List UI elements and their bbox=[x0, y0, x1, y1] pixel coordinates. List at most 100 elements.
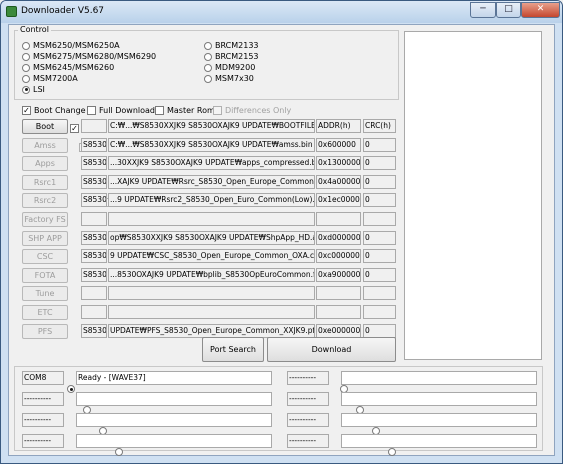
device-radio-option[interactable]: MSM6250/MSM6250A bbox=[22, 41, 120, 50]
port-status-field bbox=[76, 434, 272, 448]
radio-label: BRCM2153 bbox=[215, 52, 259, 61]
file-select-button[interactable]: Factory FS bbox=[22, 212, 68, 227]
file-select-button[interactable]: FOTA bbox=[22, 267, 68, 283]
radio-button[interactable] bbox=[22, 85, 30, 94]
model-tag-field: S8530 bbox=[81, 137, 107, 152]
file-select-button[interactable]: CSC bbox=[22, 249, 68, 265]
crc-field: 0 bbox=[363, 323, 396, 338]
file-path-field: C:₩...₩S8530XXJK9 S8530OXAJK9 UPDATE₩BOO… bbox=[108, 119, 315, 133]
maximize-button[interactable]: □ bbox=[496, 2, 521, 18]
file-path-field: ...30XXJK9 S8530OXAJK9 UPDATE₩apps_compr… bbox=[108, 156, 315, 171]
crc-field: 0 bbox=[363, 193, 396, 208]
file-path-field bbox=[108, 305, 315, 319]
file-select-button[interactable]: Boot bbox=[22, 119, 68, 134]
address-field: 0xc0000000 bbox=[316, 249, 361, 264]
model-tag-field: S8530 bbox=[81, 174, 107, 189]
port-name-field: ---------- bbox=[22, 434, 64, 448]
model-tag-field: S8530 bbox=[81, 249, 107, 264]
file-select-button[interactable]: Amss bbox=[22, 137, 68, 153]
model-tag-field: S8530 bbox=[81, 156, 107, 171]
file-path-field: C:₩...₩S8530XXJK9 S8530OXAJK9 UPDATE₩ams… bbox=[108, 137, 315, 152]
radio-button[interactable] bbox=[204, 63, 212, 72]
boot-change-checkbox[interactable]: ✓ bbox=[22, 106, 31, 115]
port-name-field: ---------- bbox=[287, 371, 329, 385]
model-tag-field: S8530 bbox=[81, 230, 107, 245]
port-name-field: ---------- bbox=[287, 392, 329, 406]
crc-field: 0 bbox=[363, 267, 396, 282]
device-radio-option[interactable]: BRCM2153 bbox=[204, 52, 259, 61]
radio-button[interactable] bbox=[22, 41, 30, 50]
master-rom-option[interactable]: Master Rom bbox=[155, 106, 215, 115]
address-field bbox=[316, 212, 361, 226]
file-select-button[interactable]: Rsrc2 bbox=[22, 193, 68, 209]
address-field bbox=[316, 305, 361, 319]
radio-label: MDM9200 bbox=[215, 63, 256, 72]
download-button[interactable]: Download bbox=[267, 337, 396, 362]
close-button[interactable]: ✕ bbox=[521, 2, 560, 18]
port-select-radio[interactable] bbox=[67, 385, 75, 393]
crc-field bbox=[363, 305, 396, 319]
address-field: 0x4a00000 bbox=[316, 174, 361, 189]
device-radio-option[interactable]: BRCM2133 bbox=[204, 41, 259, 50]
device-radio-option[interactable]: MSM7200A bbox=[22, 74, 78, 83]
radio-button[interactable] bbox=[22, 74, 30, 83]
differences-only-option[interactable]: Differences Only bbox=[213, 106, 291, 115]
model-tag-field bbox=[81, 212, 107, 226]
file-path-field bbox=[108, 212, 315, 226]
radio-button[interactable] bbox=[204, 52, 212, 61]
differences-only-label: Differences Only bbox=[225, 106, 292, 115]
port-select-radio[interactable] bbox=[388, 448, 396, 456]
file-path-field: UPDATE₩PFS_S8530_Open_Europe_Common_XXJK… bbox=[108, 323, 315, 338]
device-radio-option[interactable]: MSM6275/MSM6280/MSM6290 bbox=[22, 52, 156, 61]
app-icon bbox=[6, 6, 17, 17]
address-field bbox=[316, 286, 361, 301]
radio-button[interactable] bbox=[204, 41, 212, 50]
crc-field: 0 bbox=[363, 137, 396, 152]
full-download-option[interactable]: Full Download bbox=[87, 106, 155, 115]
file-path-field: ...9 UPDATE₩Rsrc2_S8530_Open_Euro_Common… bbox=[108, 193, 315, 208]
file-path-field: 9 UPDATE₩CSC_S8530_Open_Europe_Common_OX… bbox=[108, 249, 315, 264]
port-name-field: ---------- bbox=[287, 413, 329, 427]
port-status-field bbox=[76, 392, 272, 406]
file-select-button[interactable]: PFS bbox=[22, 323, 68, 339]
full-download-checkbox[interactable] bbox=[87, 106, 96, 115]
port-search-button[interactable]: Port Search bbox=[202, 337, 264, 362]
device-radio-option[interactable]: LSI bbox=[22, 85, 45, 94]
file-select-button[interactable]: SHP APP bbox=[22, 230, 68, 246]
address-field: 0x1300000 bbox=[316, 156, 361, 171]
file-path-field: ...XAJK9 UPDATE₩Rsrc_S8530_Open_Europe_C… bbox=[108, 174, 315, 189]
radio-button[interactable] bbox=[204, 74, 212, 83]
address-field: 0xe0000000 bbox=[316, 323, 361, 338]
port-name-field: ---------- bbox=[22, 392, 64, 406]
address-field: 0xd0000000 bbox=[316, 230, 361, 245]
row-enable-checkbox[interactable]: ✓ bbox=[70, 124, 79, 133]
port-select-radio[interactable] bbox=[115, 448, 123, 456]
radio-label: MSM7x30 bbox=[215, 74, 254, 83]
model-tag-field: S8530 bbox=[81, 323, 107, 338]
model-tag-field bbox=[81, 119, 107, 133]
device-radio-option[interactable]: MSM6245/MSM6260 bbox=[22, 63, 114, 72]
port-status-field: Ready - [WAVE37] bbox=[76, 371, 272, 385]
title-bar: Downloader V5.67 ─ □ ✕ bbox=[1, 1, 562, 23]
radio-button[interactable] bbox=[22, 52, 30, 61]
file-select-button[interactable]: Apps bbox=[22, 156, 68, 172]
device-radio-option[interactable]: MSM7x30 bbox=[204, 74, 254, 83]
device-radio-option[interactable]: MDM9200 bbox=[204, 63, 255, 72]
radio-label: MSM6275/MSM6280/MSM6290 bbox=[33, 52, 157, 61]
differences-only-checkbox[interactable] bbox=[213, 106, 222, 115]
file-select-button[interactable]: ETC bbox=[22, 305, 68, 320]
radio-label: BRCM2133 bbox=[215, 41, 259, 50]
boot-change-option[interactable]: ✓ Boot Change bbox=[22, 106, 86, 115]
master-rom-checkbox[interactable] bbox=[155, 106, 164, 115]
address-field: ADDR(h) bbox=[316, 119, 361, 133]
address-field: 0x1ec00000 bbox=[316, 193, 361, 208]
crc-field: 0 bbox=[363, 156, 396, 171]
model-tag-field: S8530 bbox=[81, 193, 107, 208]
file-path-field: op₩S8530XXJK9 S8530OXAJK9 UPDATE₩ShpApp_… bbox=[108, 230, 315, 245]
radio-button[interactable] bbox=[22, 63, 30, 72]
boot-change-label: Boot Change bbox=[34, 106, 86, 115]
file-select-button[interactable]: Tune bbox=[22, 286, 68, 302]
minimize-button[interactable]: ─ bbox=[470, 2, 496, 18]
file-select-button[interactable]: Rsrc1 bbox=[22, 174, 68, 190]
port-name-field: ---------- bbox=[22, 413, 64, 427]
